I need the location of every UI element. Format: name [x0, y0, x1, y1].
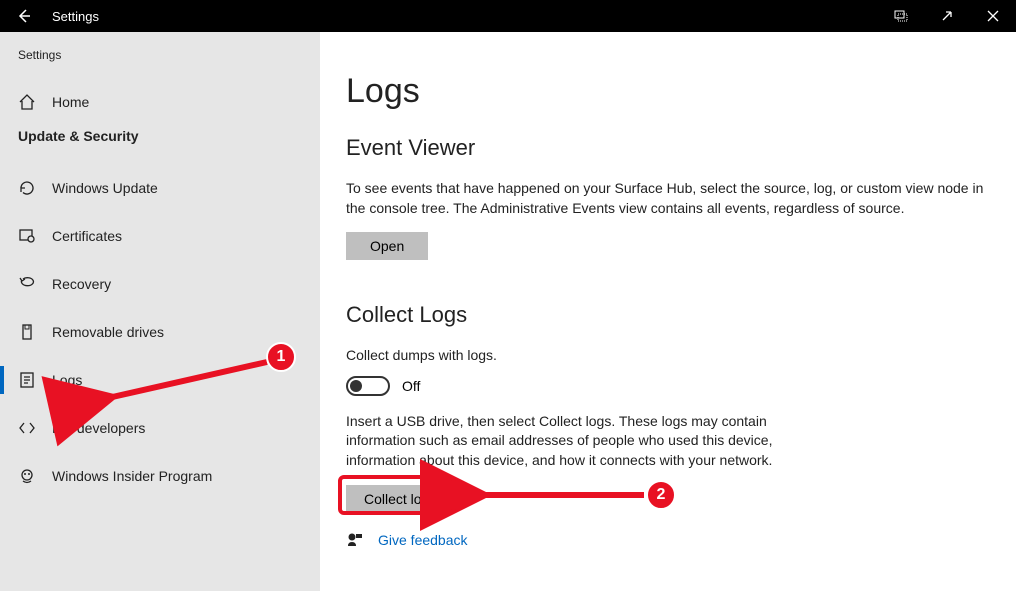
sidebar-item-label: Windows Insider Program: [52, 468, 212, 484]
collect-dumps-toggle[interactable]: [346, 376, 390, 396]
toggle-knob: [350, 380, 362, 392]
event-viewer-section: Event Viewer To see events that have hap…: [346, 135, 990, 260]
home-icon: [18, 93, 36, 111]
back-button[interactable]: [0, 0, 48, 32]
sidebar-item-home[interactable]: Home: [0, 78, 320, 126]
sidebar-section-label: Update & Security: [0, 126, 320, 164]
toggle-row: Off: [346, 376, 990, 396]
projection-button[interactable]: [878, 0, 924, 32]
usb-icon: [18, 323, 36, 341]
sidebar-item-windows-update[interactable]: Windows Update: [0, 164, 320, 212]
back-arrow-icon: [16, 8, 32, 24]
maximize-icon: [941, 10, 953, 22]
titlebar: Settings: [0, 0, 1016, 32]
certificate-icon: [18, 227, 36, 245]
insider-icon: [18, 467, 36, 485]
page-title: Logs: [346, 72, 990, 111]
sidebar-item-for-developers[interactable]: For developers: [0, 404, 320, 452]
toggle-caption: Collect dumps with logs.: [346, 346, 990, 366]
sidebar: Settings Home Update & Security Windows …: [0, 32, 320, 591]
developers-icon: [18, 419, 36, 437]
projection-icon: [894, 10, 908, 22]
collect-logs-description: Insert a USB drive, then select Collect …: [346, 412, 776, 471]
sidebar-item-label: Home: [52, 94, 89, 110]
app-label: Settings: [0, 44, 320, 78]
sidebar-item-label: For developers: [52, 420, 145, 436]
feedback-link[interactable]: Give feedback: [346, 531, 990, 549]
main-content: Logs Event Viewer To see events that hav…: [320, 32, 1016, 591]
maximize-button[interactable]: [924, 0, 970, 32]
toggle-state-label: Off: [402, 378, 420, 394]
update-icon: [18, 179, 36, 197]
event-viewer-description: To see events that have happened on your…: [346, 179, 990, 218]
sidebar-item-label: Certificates: [52, 228, 122, 244]
event-viewer-heading: Event Viewer: [346, 135, 990, 161]
recovery-icon: [18, 275, 36, 293]
open-button[interactable]: Open: [346, 232, 428, 260]
feedback-icon: [346, 531, 364, 549]
window-title: Settings: [48, 9, 99, 24]
sidebar-item-label: Windows Update: [52, 180, 158, 196]
collect-logs-section: Collect Logs Collect dumps with logs. Of…: [346, 302, 990, 512]
sidebar-item-certificates[interactable]: Certificates: [0, 212, 320, 260]
logs-icon: [18, 371, 36, 389]
sidebar-item-label: Logs: [52, 372, 82, 388]
sidebar-item-label: Recovery: [52, 276, 111, 292]
sidebar-item-label: Removable drives: [52, 324, 164, 340]
close-icon: [987, 10, 999, 22]
sidebar-item-windows-insider[interactable]: Windows Insider Program: [0, 452, 320, 500]
close-button[interactable]: [970, 0, 1016, 32]
sidebar-item-removable-drives[interactable]: Removable drives: [0, 308, 320, 356]
sidebar-item-logs[interactable]: Logs: [0, 356, 320, 404]
feedback-label: Give feedback: [378, 532, 468, 548]
sidebar-item-recovery[interactable]: Recovery: [0, 260, 320, 308]
collect-logs-heading: Collect Logs: [346, 302, 990, 328]
collect-logs-button[interactable]: Collect logs: [346, 485, 454, 513]
